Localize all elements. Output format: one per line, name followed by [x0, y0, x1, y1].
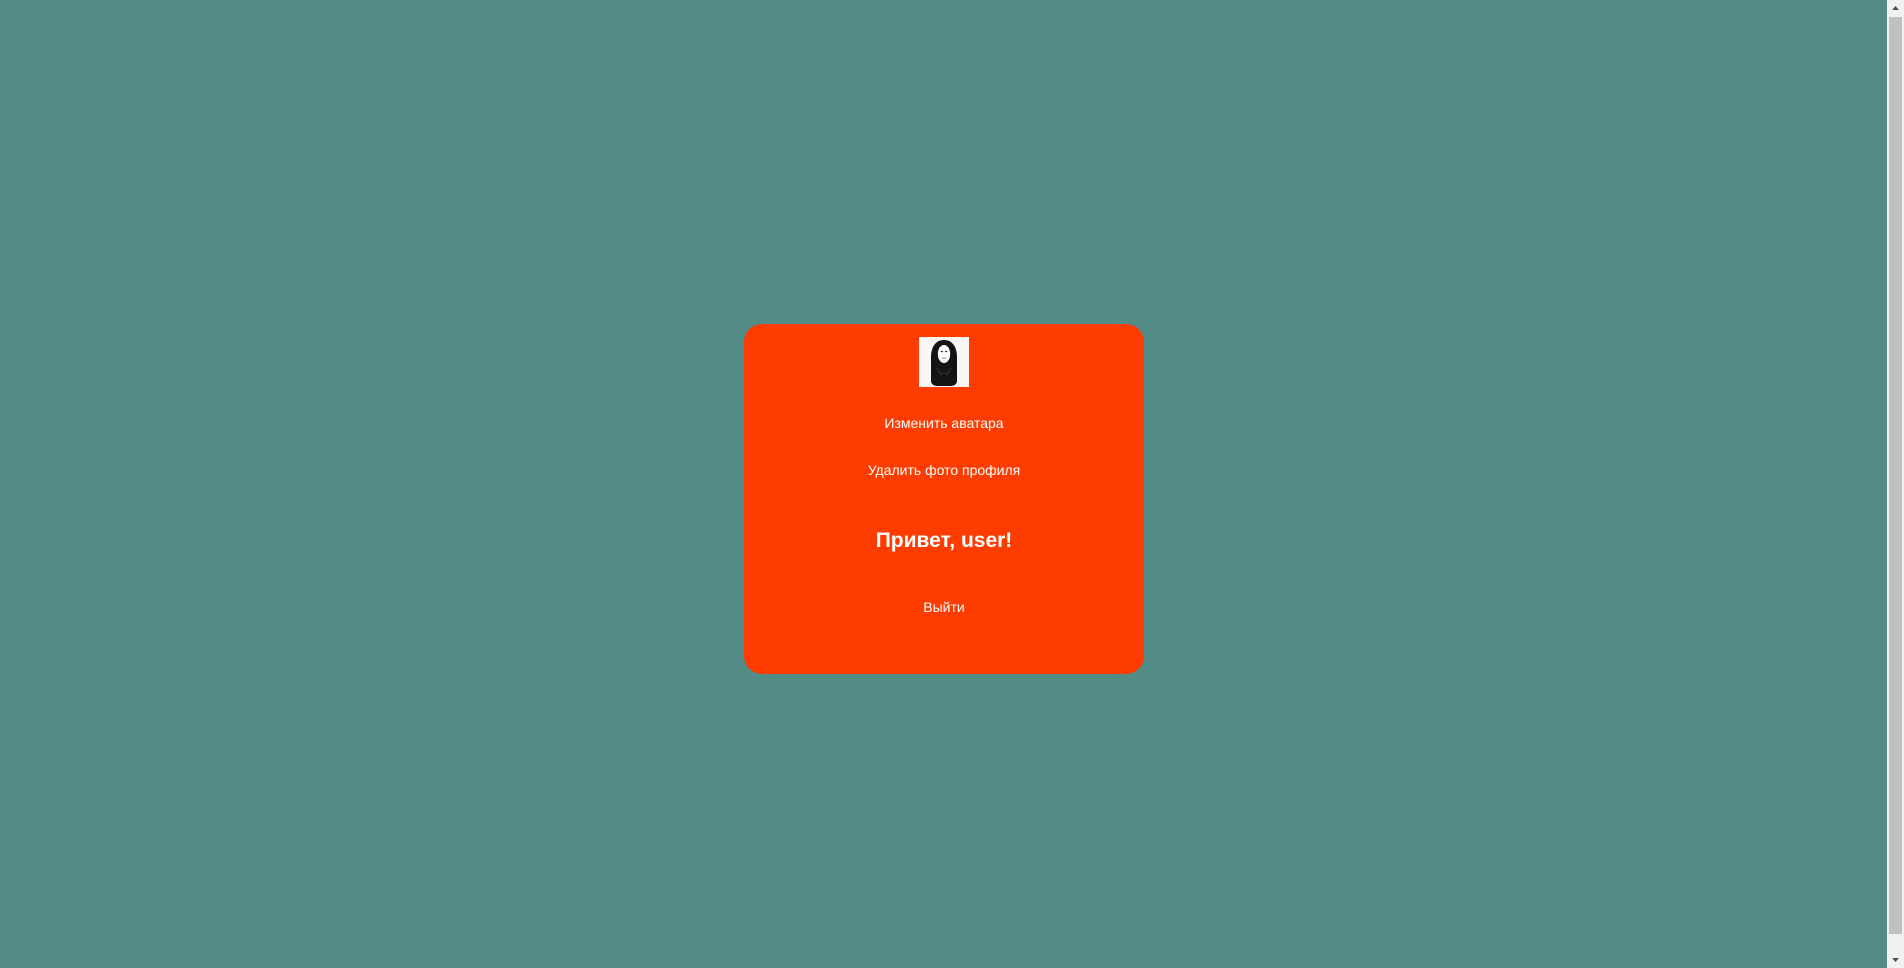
change-avatar-link[interactable]: Изменить аватара — [744, 414, 1144, 432]
greeting-heading: Привет, user! — [875, 529, 1013, 552]
delete-profile-photo-link[interactable]: Удалить фото профиля — [744, 461, 1144, 479]
scroll-up-arrow-icon[interactable] — [1887, 0, 1904, 17]
vertical-scrollbar[interactable] — [1887, 0, 1904, 968]
no-face-avatar-image — [919, 337, 969, 387]
logout-link[interactable]: Выйти — [744, 598, 1144, 616]
scroll-down-arrow-icon[interactable] — [1887, 951, 1904, 968]
page-background: Изменить аватара Удалить фото профиля Пр… — [0, 0, 1887, 968]
scrollbar-thumb[interactable] — [1889, 17, 1902, 934]
profile-card: Изменить аватара Удалить фото профиля Пр… — [744, 324, 1144, 674]
avatar[interactable] — [919, 337, 969, 387]
